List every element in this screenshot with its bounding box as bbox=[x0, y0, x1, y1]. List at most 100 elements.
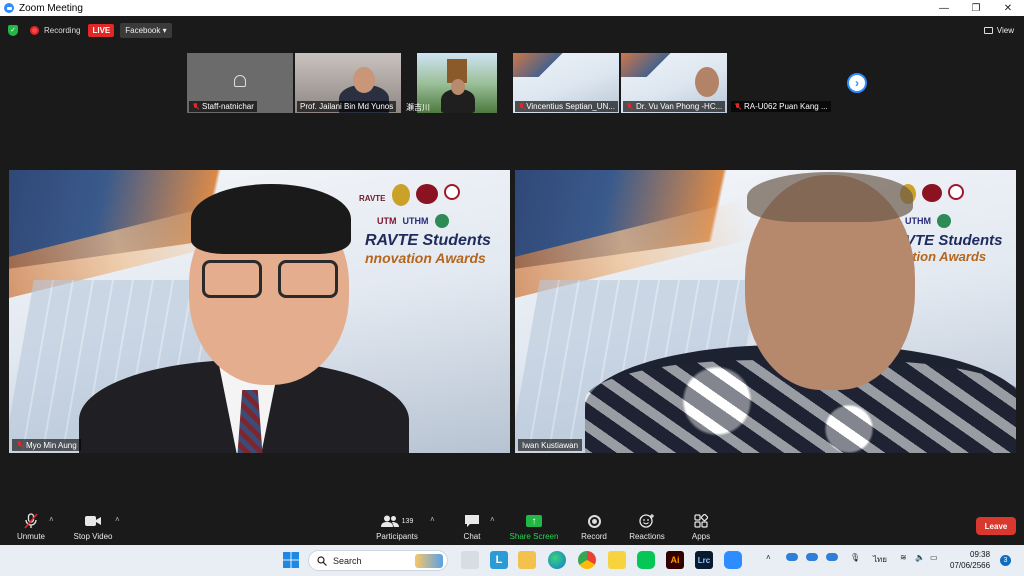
apps-button[interactable]: Apps bbox=[688, 505, 714, 545]
participant-name-tag: Iwan Kustiawan bbox=[518, 439, 583, 451]
app-l-icon[interactable]: L bbox=[490, 551, 508, 569]
lightroom-icon[interactable]: Lrc bbox=[695, 551, 713, 569]
next-page-arrow-icon[interactable]: › bbox=[847, 73, 867, 93]
search-placeholder: Search bbox=[333, 555, 362, 566]
leave-button[interactable]: Leave bbox=[976, 517, 1016, 535]
view-grid-icon bbox=[983, 26, 993, 34]
battery-icon[interactable]: ▭ bbox=[930, 553, 938, 562]
video-camera-icon bbox=[84, 514, 102, 528]
smiley-plus-icon bbox=[638, 514, 656, 528]
poster-title-line-1: VTE Students bbox=[905, 232, 1003, 249]
chat-options-caret-icon[interactable]: ˄ bbox=[490, 515, 495, 524]
onedrive-cloud-icon[interactable] bbox=[826, 553, 838, 561]
security-shield-icon[interactable]: ✓ bbox=[8, 24, 18, 36]
participant-name-tag: Vincentius Septian_UN... bbox=[515, 101, 618, 112]
chrome-browser-icon[interactable] bbox=[578, 551, 596, 569]
taskbar-search-input[interactable]: Search bbox=[308, 550, 448, 571]
participants-label: Participants bbox=[376, 532, 418, 541]
audio-options-caret-icon[interactable]: ˄ bbox=[49, 515, 54, 524]
minimize-button[interactable]: — bbox=[928, 0, 960, 16]
logo-uthm: UTHM bbox=[402, 216, 429, 226]
close-button[interactable]: ✕ bbox=[992, 0, 1024, 16]
stop-video-button[interactable]: Stop Video bbox=[70, 505, 116, 545]
windows-start-icon[interactable] bbox=[282, 551, 300, 569]
mic-muted-icon bbox=[626, 102, 633, 111]
participant-thumbnail[interactable]: Staff-natnichar bbox=[187, 53, 293, 113]
stream-target-label: Facebook bbox=[125, 25, 161, 35]
microphone-icon[interactable]: 🎙 bbox=[850, 553, 860, 562]
record-icon bbox=[585, 514, 603, 528]
sticky-notes-icon[interactable] bbox=[608, 551, 626, 569]
line-app-icon[interactable] bbox=[637, 551, 655, 569]
illustrator-icon[interactable]: Ai bbox=[666, 551, 684, 569]
onedrive-cloud-icon[interactable] bbox=[786, 553, 798, 561]
logo-emblem bbox=[948, 184, 964, 200]
participants-options-caret-icon[interactable]: ˄ bbox=[430, 515, 435, 524]
language-indicator[interactable]: ไทย bbox=[873, 553, 887, 566]
participant-name: Vincentius Septian_UN... bbox=[526, 102, 615, 111]
participant-name: Dr. Vu Van Phong -HC... bbox=[636, 102, 723, 111]
video-tile-speaker-1[interactable]: RAVTE UTM UTHM RAVTE Students nnovation … bbox=[9, 170, 510, 453]
poster-title-line-2: nnovation Awards bbox=[365, 250, 486, 266]
meeting-toolbar: Unmute ˄ Stop Video ˄ 139 Participants ˄… bbox=[0, 505, 1024, 545]
view-label: View bbox=[996, 25, 1014, 35]
unmute-label: Unmute bbox=[16, 532, 45, 541]
video-options-caret-icon[interactable]: ˄ bbox=[115, 515, 120, 524]
live-badge[interactable]: LIVE bbox=[88, 23, 115, 37]
clock-time: 09:38 bbox=[970, 550, 991, 559]
search-icon bbox=[317, 555, 327, 566]
maximize-button[interactable]: ❐ bbox=[960, 0, 992, 16]
participant-name-tag: RA-U062 Puan Kang ... bbox=[731, 101, 831, 112]
stream-target-dropdown[interactable]: Facebook ▾ bbox=[120, 22, 172, 38]
logo-emblem bbox=[434, 214, 449, 228]
participant-thumbnail[interactable]: Vincentius Septian_UN... bbox=[513, 53, 619, 113]
reactions-button[interactable]: Reactions bbox=[626, 505, 668, 545]
zoom-logo-icon bbox=[4, 3, 14, 13]
onedrive-cloud-icon[interactable] bbox=[806, 553, 818, 561]
poster-swoosh bbox=[513, 53, 572, 77]
record-label: Record bbox=[581, 532, 607, 541]
video-tile-speaker-2[interactable]: UTHM VTE Students ation Awards Iwan Kust… bbox=[515, 170, 1016, 453]
poster-logos-row-2: UTM UTHM bbox=[377, 214, 449, 228]
person-face bbox=[353, 67, 375, 93]
record-button[interactable]: Record bbox=[578, 505, 610, 545]
apps-label: Apps bbox=[691, 532, 711, 541]
system-clock[interactable]: 09:38 07/06/2566 bbox=[950, 549, 990, 571]
meeting-topbar: ✓ Recording LIVE Facebook ▾ View bbox=[0, 16, 1024, 44]
wifi-icon[interactable]: ≋ bbox=[900, 553, 907, 562]
share-screen-icon: ↑ bbox=[525, 514, 543, 528]
share-screen-button[interactable]: ↑ Share Screen bbox=[508, 505, 560, 545]
poster-title-line-1: RAVTE Students bbox=[365, 232, 491, 249]
participant-name: RA-U062 Puan Kang ... bbox=[744, 102, 828, 111]
person-hair bbox=[747, 172, 913, 222]
windows-taskbar: Search L Ai Lrc ˄ 🎙 ไทย ≋ 🔈 ▭ 09:38 07/0… bbox=[0, 545, 1024, 576]
chat-button[interactable]: Chat bbox=[458, 505, 486, 545]
mic-muted-icon bbox=[518, 102, 524, 111]
logo-emblem bbox=[391, 184, 410, 206]
participants-button[interactable]: 139 Participants bbox=[374, 505, 420, 545]
mic-off-icon bbox=[22, 513, 40, 529]
participant-thumbnail[interactable]: RA-U062 Puan Kang ... bbox=[729, 53, 835, 113]
clock-date: 07/06/2566 bbox=[950, 561, 991, 570]
participants-icon: 139 bbox=[377, 514, 417, 528]
participant-thumbnail[interactable]: Prof. Jailani Bin Md Yunos bbox=[295, 53, 401, 113]
unmute-button[interactable]: Unmute bbox=[14, 505, 48, 545]
logo-emblem bbox=[443, 184, 460, 200]
participant-name-tag: Prof. Jailani Bin Md Yunos bbox=[297, 101, 397, 112]
person-face bbox=[451, 79, 465, 95]
participant-thumbnail[interactable]: Dr. Vu Van Phong -HC... bbox=[621, 53, 727, 113]
notification-badge[interactable]: 3 bbox=[1000, 555, 1011, 566]
speaker-volume-icon[interactable]: 🔈 bbox=[915, 553, 925, 562]
recording-icon[interactable] bbox=[30, 25, 39, 35]
participants-count: 139 bbox=[401, 517, 414, 525]
edge-browser-icon[interactable] bbox=[548, 551, 566, 569]
person-hair bbox=[191, 184, 351, 254]
zoom-taskbar-icon[interactable] bbox=[724, 551, 742, 569]
poster-title-line-2: ation Awards bbox=[905, 249, 987, 264]
task-view-icon[interactable] bbox=[461, 551, 479, 569]
participant-name-tag: Staff-natnichar bbox=[189, 101, 257, 112]
file-explorer-icon[interactable] bbox=[518, 551, 536, 569]
show-hidden-icons-caret-icon[interactable]: ˄ bbox=[766, 553, 771, 562]
view-button[interactable]: View bbox=[983, 25, 1014, 35]
participant-name: Iwan Kustiawan bbox=[522, 440, 579, 450]
